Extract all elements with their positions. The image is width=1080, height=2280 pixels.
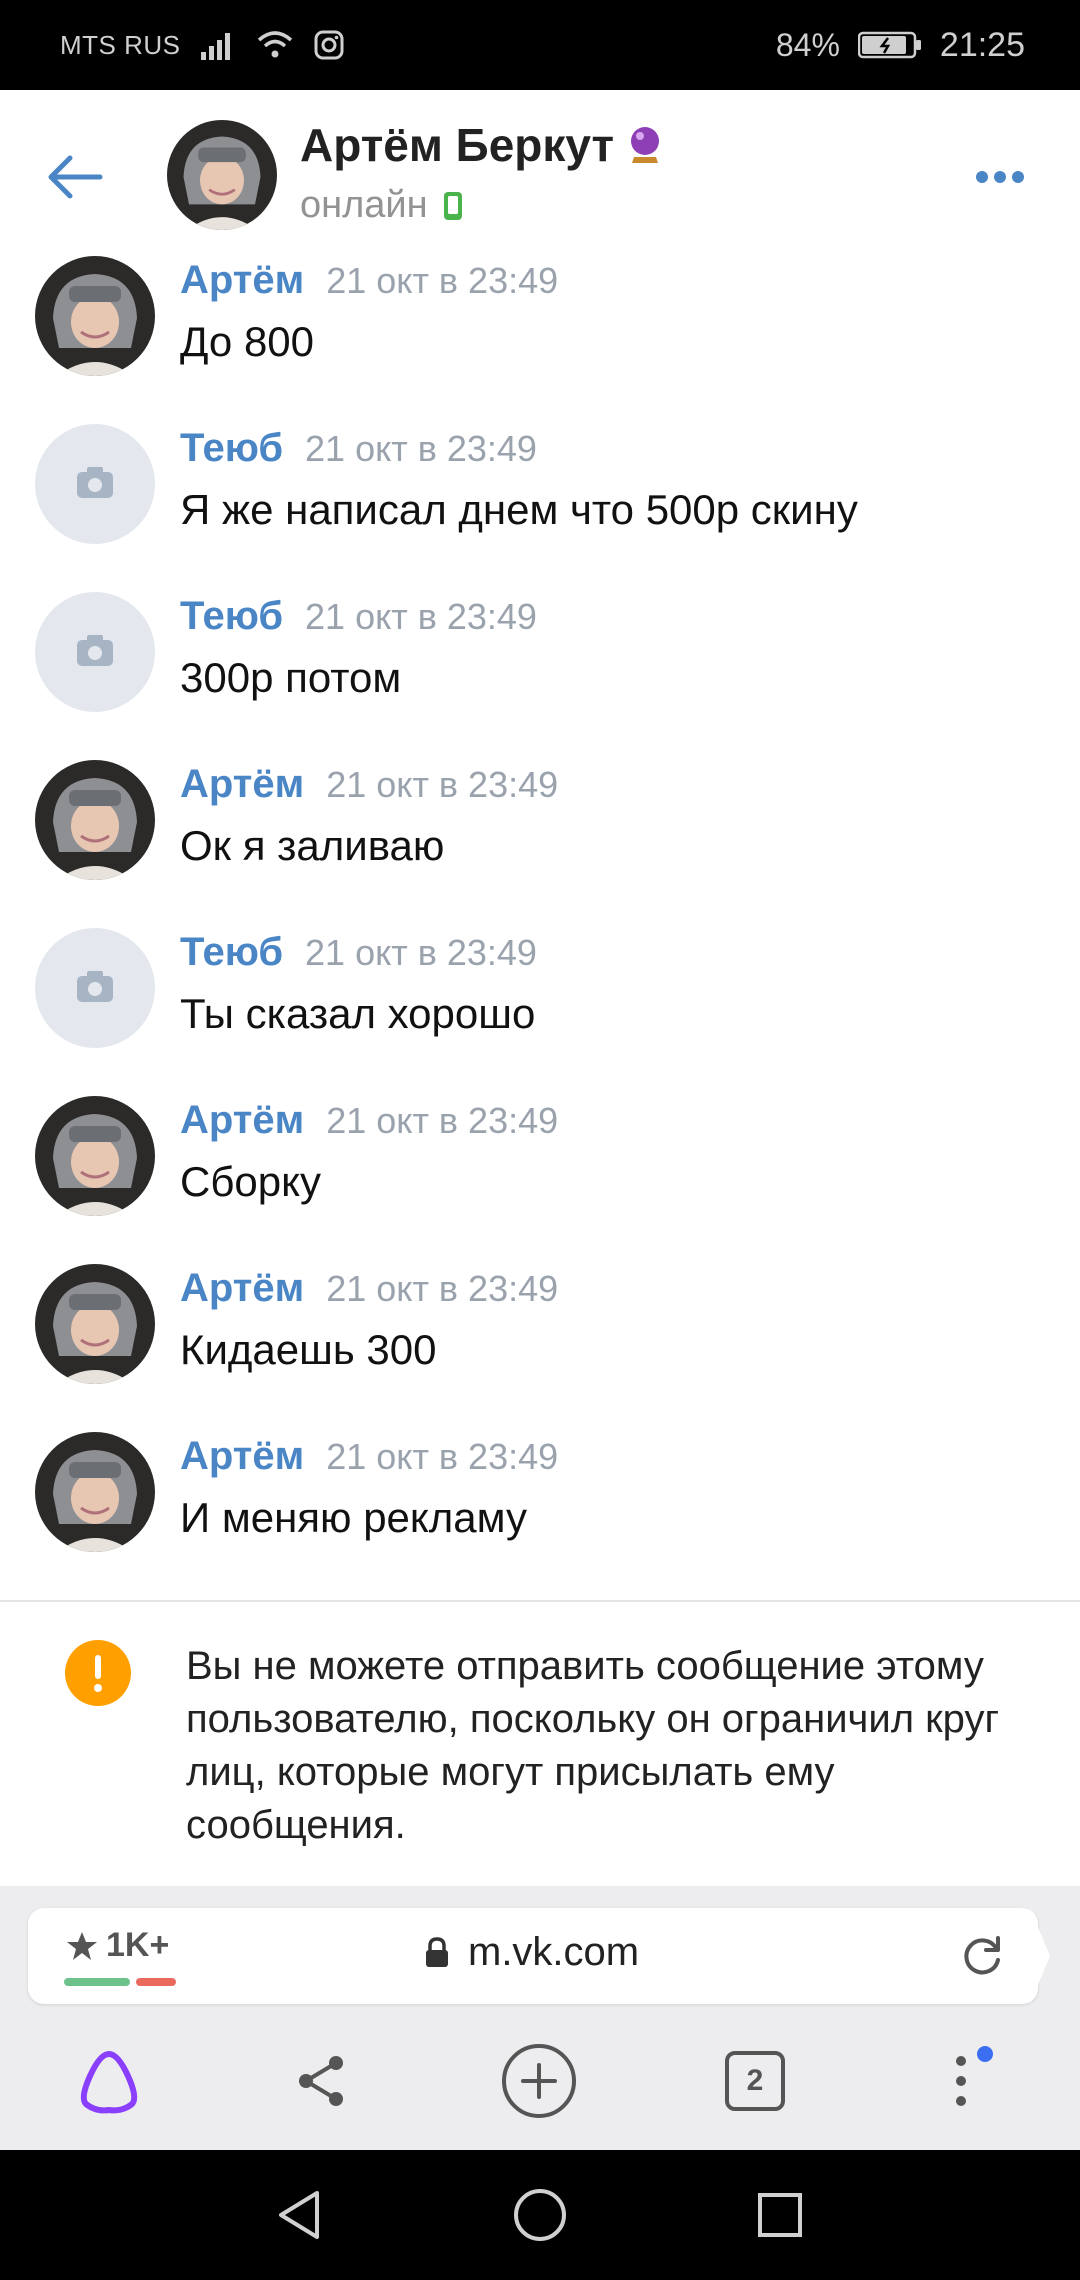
rating-bars <box>64 1978 176 1986</box>
message-item[interactable]: Артём 21 окт в 23:49 Сборку <box>0 1090 1080 1258</box>
message-item[interactable]: Теюб 21 окт в 23:49 Ты сказал хорошо <box>0 922 1080 1090</box>
message-item[interactable]: Артём 21 окт в 23:49 Кидаешь 300 <box>0 1258 1080 1426</box>
message-text: Ты сказал хорошо <box>180 990 536 1037</box>
back-arrow-icon <box>48 155 103 199</box>
alice-icon <box>80 2050 138 2114</box>
clock: 21:25 <box>939 25 1025 64</box>
message-time: 21 окт в 23:49 <box>305 932 537 973</box>
message-author[interactable]: Артём <box>180 1266 304 1310</box>
mobile-online-icon <box>443 191 462 220</box>
message-time: 21 окт в 23:49 <box>326 1268 559 1309</box>
tabs-count: 2 <box>746 2064 764 2097</box>
back-button[interactable] <box>40 142 110 212</box>
message-item[interactable]: Теюб 21 окт в 23:49 Я же написал днем что… <box>0 418 1080 586</box>
message-time: 21 окт в 23:49 <box>326 1100 559 1141</box>
tabs-button[interactable]: 2 <box>710 2036 800 2126</box>
camera-icon <box>35 928 155 1048</box>
online-status: онлайн <box>300 184 428 226</box>
nav-back-button[interactable] <box>264 2180 334 2250</box>
message-time: 21 окт в 23:49 <box>326 1436 559 1477</box>
warning-icon <box>65 1640 131 1706</box>
status-bar: MTS RUS 84% 21:25 <box>0 0 1080 90</box>
carrier-label: MTS RUS <box>60 29 181 60</box>
square-recents-icon <box>758 2193 802 2237</box>
message-text: Сборку <box>180 1158 321 1205</box>
address-bar[interactable]: 1K+ m.vk.com <box>28 1908 1038 2004</box>
message-item[interactable]: Теюб 21 окт в 23:49 300р потом <box>0 586 1080 754</box>
message-time: 21 окт в 23:49 <box>305 428 537 469</box>
warning-text: Вы не можете отправить сообщение этому п… <box>186 1644 1000 1847</box>
signal-icon <box>200 33 230 60</box>
wifi-icon <box>257 31 292 58</box>
message-author[interactable]: Артём <box>180 1434 304 1478</box>
instagram-icon <box>314 30 343 60</box>
message-text: Ок я заливаю <box>180 822 445 869</box>
plus-circle-icon <box>502 2044 576 2118</box>
avatar[interactable] <box>35 1432 155 1552</box>
avatar[interactable] <box>35 760 155 880</box>
avatar[interactable] <box>35 1096 155 1216</box>
message-time: 21 окт в 23:49 <box>305 596 537 637</box>
share-button[interactable] <box>277 2036 367 2126</box>
system-nav-bar <box>0 2150 1080 2280</box>
url-text: m.vk.com <box>468 1930 640 1974</box>
message-item[interactable]: Артём 21 окт в 23:49 Ок я заливаю <box>0 754 1080 922</box>
avatar[interactable] <box>35 1264 155 1384</box>
message-author[interactable]: Артём <box>180 258 304 302</box>
message-item[interactable]: Артём 21 окт в 23:49 До 800 <box>0 250 1080 418</box>
crystal-ball-icon <box>631 127 660 163</box>
battery-icon <box>857 31 921 59</box>
message-text: До 800 <box>180 318 315 365</box>
battery-percent: 84% <box>775 26 840 63</box>
camera-icon <box>35 424 155 544</box>
circle-home-icon <box>514 2189 566 2241</box>
nav-home-button[interactable] <box>505 2180 575 2250</box>
message-list: Артём 21 окт в 23:49 До 800 Теюб 21 окт в … <box>0 250 1080 1594</box>
camera-icon <box>35 592 155 712</box>
message-author[interactable]: Артём <box>180 762 304 806</box>
message-author[interactable]: Теюб <box>180 594 283 638</box>
message-author[interactable]: Теюб <box>180 930 283 974</box>
message-text: Кидаешь 300 <box>180 1326 437 1373</box>
message-text: 300р потом <box>180 654 402 701</box>
more-icon <box>976 171 1024 183</box>
browser-bar: 1K+ m.vk.com 2 <box>0 1886 1080 2150</box>
browser-toolbar: 2 <box>0 2016 1080 2150</box>
star-icon <box>67 1931 97 1960</box>
message-time: 21 окт в 23:49 <box>326 764 559 805</box>
message-author[interactable]: Артём <box>180 1098 304 1142</box>
nav-recents-button[interactable] <box>745 2180 815 2250</box>
message-time: 21 окт в 23:49 <box>326 260 559 301</box>
reload-icon <box>964 1936 1000 1975</box>
message-text: Я же написал днем что 500р скину <box>180 486 858 533</box>
chat-header: Артём Беркут онлайн <box>0 90 1080 260</box>
rating-count: 1K+ <box>106 1926 170 1964</box>
message-author[interactable]: Теюб <box>180 426 283 470</box>
message-text: И меняю рекламу <box>180 1494 527 1541</box>
avatar[interactable] <box>35 256 155 376</box>
triangle-back-icon <box>279 2191 319 2239</box>
address-bar-tip <box>1030 1908 1050 2004</box>
avatar[interactable] <box>35 424 155 544</box>
menu-button[interactable] <box>926 2036 1016 2126</box>
site-rating[interactable]: 1K+ <box>66 1926 169 1965</box>
alice-button[interactable] <box>64 2036 154 2126</box>
avatar[interactable] <box>35 592 155 712</box>
avatar[interactable] <box>35 928 155 1048</box>
new-tab-button[interactable] <box>494 2036 584 2126</box>
kebab-menu-icon <box>956 2046 993 2106</box>
lock-icon <box>426 1936 448 1967</box>
contact-name: Артём Беркут <box>300 119 615 171</box>
share-icon <box>299 2056 343 2106</box>
reload-button[interactable] <box>956 1930 1008 1982</box>
avatar[interactable] <box>167 120 277 230</box>
cannot-message-notice: Вы не можете отправить сообщение этому п… <box>0 1602 1080 1886</box>
message-item[interactable]: Артём 21 окт в 23:49 И меняю рекламу <box>0 1426 1080 1594</box>
url-display[interactable]: m.vk.com <box>424 1930 639 1975</box>
more-button[interactable] <box>960 152 1040 202</box>
